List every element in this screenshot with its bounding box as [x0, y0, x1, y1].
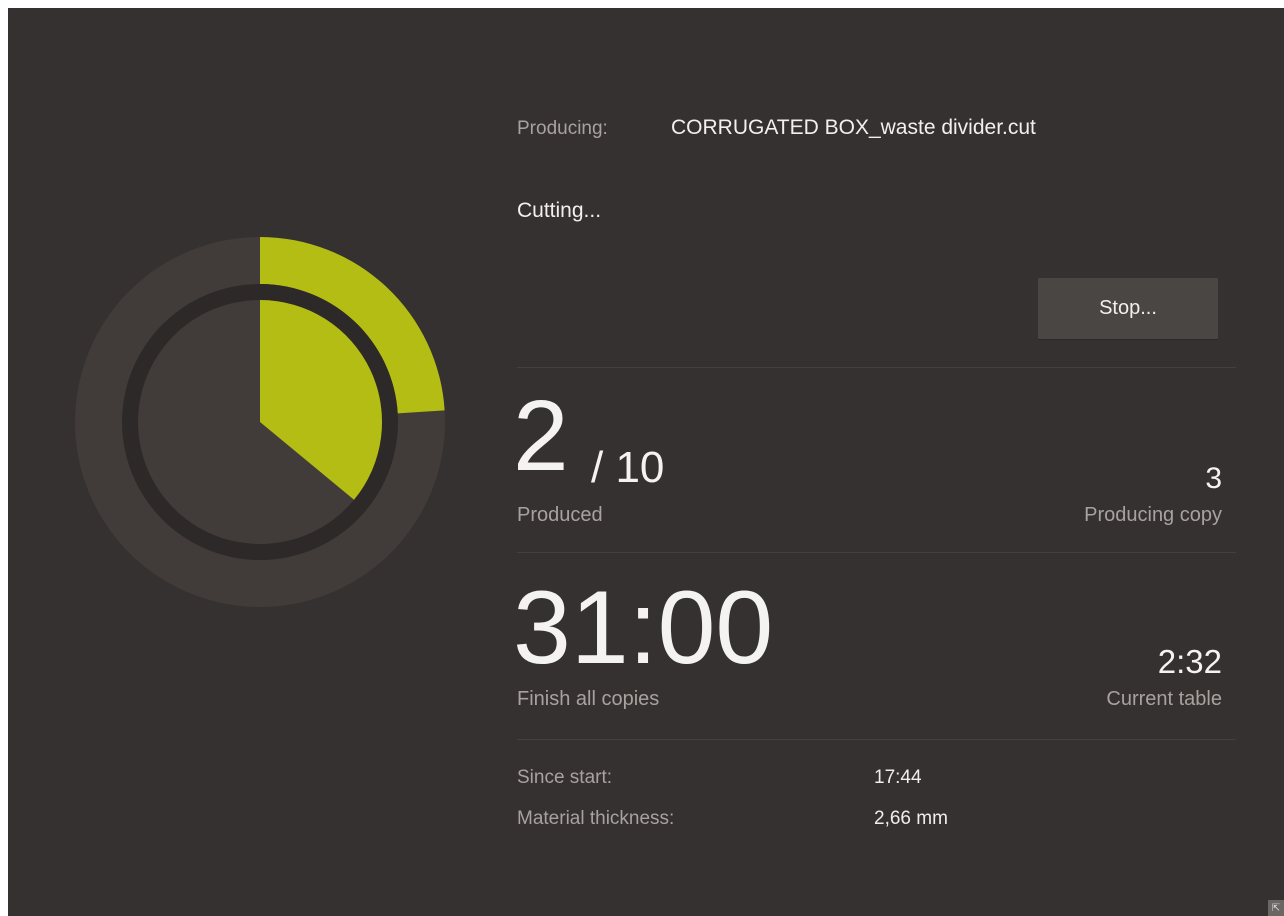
material-thickness-value: 2,66 mm	[874, 808, 948, 829]
produced-count: 2	[513, 380, 569, 492]
since-start-label: Since start:	[517, 767, 613, 788]
divider	[517, 739, 1236, 740]
produced-label: Produced	[517, 504, 603, 526]
material-thickness-label: Material thickness:	[517, 808, 675, 829]
production-panel: Producing: CORRUGATED BOX_waste divider.…	[8, 8, 1284, 916]
producing-copy-value: 3	[1205, 462, 1222, 495]
since-start-value: 17:44	[874, 767, 922, 788]
divider	[517, 552, 1236, 553]
finish-all-copies-label: Finish all copies	[517, 688, 660, 710]
resize-grip-icon[interactable]: ⇱	[1268, 900, 1284, 916]
status-text: Cutting...	[517, 199, 602, 222]
produced-total: / 10	[591, 443, 665, 492]
stop-button[interactable]: Stop...	[1038, 278, 1218, 339]
divider	[517, 367, 1236, 368]
finish-all-copies-time: 31:00	[513, 570, 774, 686]
production-progress-ring	[75, 237, 445, 607]
current-table-time: 2:32	[1157, 643, 1222, 680]
producing-file-name: CORRUGATED BOX_waste divider.cut	[671, 116, 1036, 139]
current-table-label: Current table	[1106, 688, 1222, 710]
producing-label: Producing:	[517, 118, 608, 139]
producing-copy-label: Producing copy	[1084, 504, 1222, 526]
